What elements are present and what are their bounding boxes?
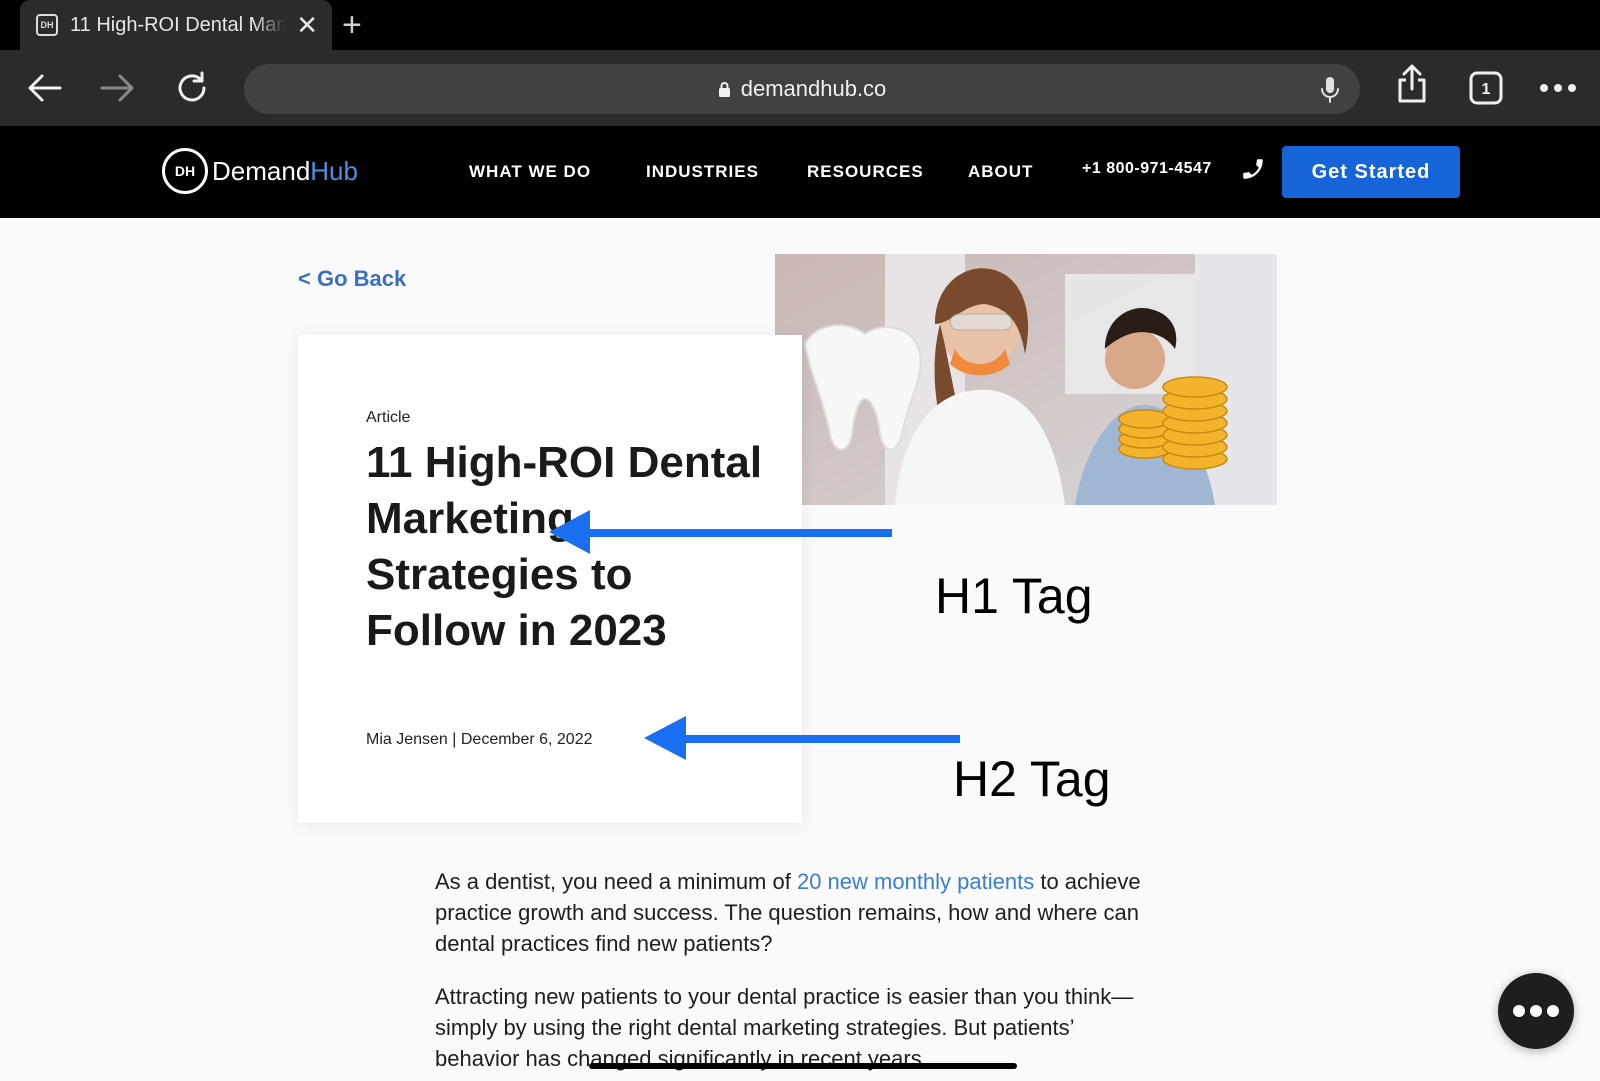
url-text: demandhub.co <box>740 76 887 101</box>
demandhub-logo[interactable]: DH Demand Hub <box>162 148 358 194</box>
logo-text-accent: Hub <box>310 155 358 186</box>
body-paragraph: Attracting new patients to your dental p… <box>435 984 1134 1071</box>
nav-resources[interactable]: RESOURCES <box>807 162 924 182</box>
forward-button[interactable] <box>98 68 138 108</box>
new-tab-icon[interactable]: + <box>342 6 362 44</box>
monthly-patients-link[interactable]: 20 new monthly patients <box>797 869 1034 894</box>
phone-number[interactable]: +1 800-971-4547 <box>1082 160 1212 178</box>
arrow-left-icon <box>28 74 62 102</box>
browser-tab[interactable]: DH 11 High-ROI Dental Marketing Strategi… <box>20 0 332 50</box>
h2-tag-label: H2 Tag <box>953 751 1111 807</box>
browser-toolbar: demandhub.co 1 <box>0 50 1600 126</box>
svg-text:1: 1 <box>1482 81 1491 98</box>
close-tab-icon[interactable]: ✕ <box>296 10 318 41</box>
nav-industries[interactable]: INDUSTRIES <box>646 162 759 182</box>
mic-icon[interactable] <box>1320 76 1340 104</box>
browser-tab-strip: DH 11 High-ROI Dental Marketing Strategi… <box>0 0 1600 50</box>
arrow-right-icon <box>100 74 134 102</box>
hero-image <box>775 254 1277 505</box>
reload-button[interactable] <box>172 68 212 108</box>
tabs-button[interactable]: 1 <box>1466 68 1506 108</box>
article-title: 11 High-ROI Dental Marketing Strategies … <box>366 438 763 655</box>
logo-badge: DH <box>162 148 208 194</box>
go-back-link[interactable]: < Go Back <box>298 266 406 292</box>
tab-title: 11 High-ROI Dental Marketing Strategies … <box>70 13 286 36</box>
reload-icon <box>178 71 206 102</box>
share-icon <box>1398 64 1426 103</box>
favicon-icon: DH <box>36 14 58 36</box>
article-body: As a dentist, you need a minimum of 20 n… <box>435 866 1155 1081</box>
h1-tag-label: H1 Tag <box>935 568 1093 624</box>
body-paragraph: As a dentist, you need a minimum of 20 n… <box>435 866 1155 959</box>
back-button[interactable] <box>24 68 64 108</box>
more-button[interactable] <box>1538 68 1578 108</box>
logo-text: Demand <box>212 155 311 186</box>
article-meta: Mia Jensen | December 6, 2022 <box>366 731 593 748</box>
tabs-icon: 1 <box>1469 71 1503 105</box>
chat-icon <box>1513 1005 1559 1017</box>
share-button[interactable] <box>1392 64 1432 104</box>
article-card: Article 11 High-ROI Dental Marketing Str… <box>298 335 802 823</box>
home-indicator <box>589 1063 1017 1069</box>
phone-icon[interactable] <box>1240 156 1266 182</box>
body-text: As a dentist, you need a minimum of <box>435 869 797 894</box>
chat-button[interactable] <box>1498 973 1574 1049</box>
more-icon <box>1540 84 1576 92</box>
nav-what-we-do[interactable]: WHAT WE DO <box>469 162 591 182</box>
address-bar[interactable]: demandhub.co <box>244 64 1360 114</box>
get-started-button[interactable]: Get Started <box>1282 146 1460 198</box>
article-type-label: Article <box>366 409 411 426</box>
nav-about[interactable]: ABOUT <box>968 162 1033 182</box>
site-header: DH Demand Hub WHAT WE DO INDUSTRIES RESOU… <box>0 126 1600 218</box>
lock-icon <box>718 81 730 97</box>
